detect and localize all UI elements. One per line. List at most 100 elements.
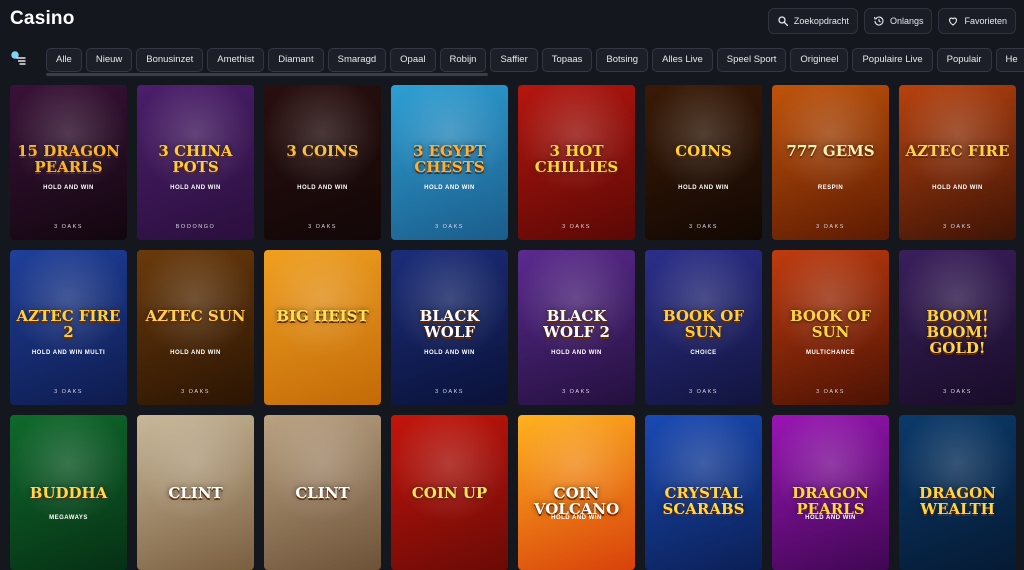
tab-4[interactable]: Diamant bbox=[268, 48, 324, 72]
game-tile[interactable]: BOOM! BOOM! GOLD! 3 OAKS bbox=[899, 250, 1016, 405]
tab-12[interactable]: Speel Sport bbox=[716, 48, 787, 72]
game-tile[interactable]: BOOK OF SUN MULTICHANCE 3 OAKS bbox=[772, 250, 889, 405]
game-subtitle: HOLD AND WIN bbox=[424, 350, 475, 356]
game-artwork bbox=[10, 415, 127, 543]
search-button[interactable]: Zoekopdracht bbox=[767, 8, 858, 34]
game-provider: 3 OAKS bbox=[943, 224, 972, 230]
game-provider: 3 OAKS bbox=[943, 389, 972, 395]
game-provider: 3 OAKS bbox=[562, 389, 591, 395]
game-tile[interactable]: CRYSTAL SCARABS bbox=[645, 415, 762, 570]
game-tile[interactable]: 3 EGYPT CHESTS HOLD AND WIN 3 OAKS bbox=[391, 85, 508, 240]
game-title: COIN VOLCANO bbox=[533, 484, 620, 518]
game-tile[interactable]: BIG HEIST bbox=[264, 250, 381, 405]
game-tile[interactable]: 3 CHINA POTS HOLD AND WIN BOOONGO bbox=[137, 85, 254, 240]
search-button-label: Zoekopdracht bbox=[793, 16, 849, 26]
game-title: BOOK OF SUN bbox=[789, 307, 872, 341]
game-title: BIG HEIST bbox=[276, 307, 369, 325]
game-title: AZTEC FIRE bbox=[905, 142, 1010, 160]
tab-6[interactable]: Opaal bbox=[390, 48, 436, 72]
page-title: Casino bbox=[10, 8, 75, 29]
tab-14[interactable]: Populaire Live bbox=[852, 48, 933, 72]
tab-7[interactable]: Robijn bbox=[439, 48, 487, 72]
game-title: DRAGON PEARLS bbox=[792, 484, 869, 518]
game-provider: 3 OAKS bbox=[54, 389, 83, 395]
game-tile[interactable]: 15 DRAGON PEARLS HOLD AND WIN 3 OAKS bbox=[10, 85, 127, 240]
game-provider: 3 OAKS bbox=[689, 224, 718, 230]
game-tile[interactable]: AZTEC FIRE 2 HOLD AND WIN MULTI 3 OAKS bbox=[10, 250, 127, 405]
game-tile[interactable]: AZTEC FIRE HOLD AND WIN 3 OAKS bbox=[899, 85, 1016, 240]
tab-5[interactable]: Smaragd bbox=[327, 48, 387, 72]
tab-2[interactable]: Bonusinzet bbox=[136, 48, 204, 72]
tab-9[interactable]: Topaas bbox=[541, 48, 593, 72]
game-artwork bbox=[899, 415, 1016, 543]
game-tile[interactable]: AZTEC SUN HOLD AND WIN 3 OAKS bbox=[137, 250, 254, 405]
game-title: AZTEC FIRE 2 bbox=[16, 307, 121, 341]
game-subtitle: HOLD AND WIN bbox=[43, 185, 94, 191]
game-title: COIN UP bbox=[411, 484, 488, 502]
game-subtitle: MULTICHANCE bbox=[805, 350, 856, 356]
game-artwork bbox=[645, 415, 762, 543]
game-subtitle: HOLD AND WIN MULTI bbox=[31, 350, 106, 356]
tabs-scrollbar[interactable] bbox=[46, 73, 488, 76]
tab-15[interactable]: Populair bbox=[936, 48, 992, 72]
game-title: 3 COINS bbox=[286, 142, 359, 160]
tab-1[interactable]: Nieuw bbox=[85, 48, 133, 72]
game-artwork bbox=[137, 415, 254, 543]
game-tile[interactable]: COIN VOLCANO HOLD AND WIN bbox=[518, 415, 635, 570]
game-subtitle: HOLD AND WIN bbox=[424, 185, 475, 191]
tab-0[interactable]: Alle bbox=[46, 48, 82, 72]
category-tabs: Alle Nieuw Bonusinzet Amethist Diamant Smarag… bbox=[46, 48, 1024, 72]
game-title: 15 DRAGON PEARLS bbox=[17, 142, 120, 176]
game-title: BOOK OF SUN bbox=[662, 307, 745, 341]
filter-icon[interactable] bbox=[9, 49, 27, 67]
game-title: CRYSTAL SCARABS bbox=[662, 484, 745, 518]
game-tile[interactable]: 777 GEMS RESPIN 3 OAKS bbox=[772, 85, 889, 240]
game-title: 3 CHINA POTS bbox=[158, 142, 233, 176]
game-artwork bbox=[518, 415, 635, 543]
tab-16[interactable]: He bbox=[995, 48, 1024, 72]
tab-13[interactable]: Origineel bbox=[790, 48, 849, 72]
game-tile[interactable]: DRAGON PEARLS HOLD AND WIN bbox=[772, 415, 889, 570]
game-tile[interactable]: 3 HOT CHILLIES 3 OAKS bbox=[518, 85, 635, 240]
game-title: COINS bbox=[675, 142, 732, 160]
heart-icon bbox=[949, 17, 958, 26]
tab-8[interactable]: Saffier bbox=[490, 48, 538, 72]
game-subtitle: MEGAWAYS bbox=[49, 515, 88, 521]
game-subtitle: HOLD AND WIN bbox=[297, 185, 348, 191]
game-tile[interactable]: 3 COINS HOLD AND WIN 3 OAKS bbox=[264, 85, 381, 240]
game-tile[interactable]: BOOK OF SUN CHOICE 3 OAKS bbox=[645, 250, 762, 405]
game-provider: 3 OAKS bbox=[54, 224, 83, 230]
game-tile[interactable]: COIN UP bbox=[391, 415, 508, 570]
game-provider: 3 OAKS bbox=[181, 389, 210, 395]
game-tile[interactable]: COINS HOLD AND WIN 3 OAKS bbox=[645, 85, 762, 240]
game-title: BUDDHA bbox=[29, 484, 108, 502]
game-provider: 3 OAKS bbox=[435, 389, 464, 395]
game-subtitle: HOLD AND WIN bbox=[805, 515, 856, 521]
game-artwork bbox=[772, 415, 889, 543]
game-subtitle: HOLD AND WIN bbox=[932, 185, 983, 191]
game-provider: 3 OAKS bbox=[689, 389, 718, 395]
tab-11[interactable]: Alles Live bbox=[652, 48, 713, 72]
game-provider: 3 OAKS bbox=[308, 224, 337, 230]
favorites-button[interactable]: Favorieten bbox=[938, 8, 1016, 34]
tab-3[interactable]: Amethist bbox=[207, 48, 265, 72]
game-tile[interactable]: BUDDHA MEGAWAYS bbox=[10, 415, 127, 570]
game-subtitle: HOLD AND WIN bbox=[170, 185, 221, 191]
game-title: BOOM! BOOM! GOLD! bbox=[926, 307, 989, 357]
game-subtitle: HOLD AND WIN bbox=[678, 185, 729, 191]
game-provider: 3 OAKS bbox=[435, 224, 464, 230]
game-tile[interactable]: BLACK WOLF 2 HOLD AND WIN 3 OAKS bbox=[518, 250, 635, 405]
recent-button[interactable]: Onlangs bbox=[863, 8, 933, 34]
game-title: BLACK WOLF bbox=[419, 307, 480, 341]
game-title: DRAGON WEALTH bbox=[919, 484, 996, 518]
game-title: CLINT bbox=[295, 484, 350, 502]
game-title: AZTEC SUN bbox=[145, 307, 246, 325]
game-tile[interactable]: CLINT bbox=[137, 415, 254, 570]
game-tile[interactable]: CLINT bbox=[264, 415, 381, 570]
game-subtitle: CHOICE bbox=[690, 350, 717, 356]
game-provider: BOOONGO bbox=[175, 224, 216, 230]
game-tile[interactable]: DRAGON WEALTH bbox=[899, 415, 1016, 570]
tab-10[interactable]: Botsing bbox=[596, 48, 649, 72]
game-tile[interactable]: BLACK WOLF HOLD AND WIN 3 OAKS bbox=[391, 250, 508, 405]
history-icon bbox=[873, 16, 884, 26]
